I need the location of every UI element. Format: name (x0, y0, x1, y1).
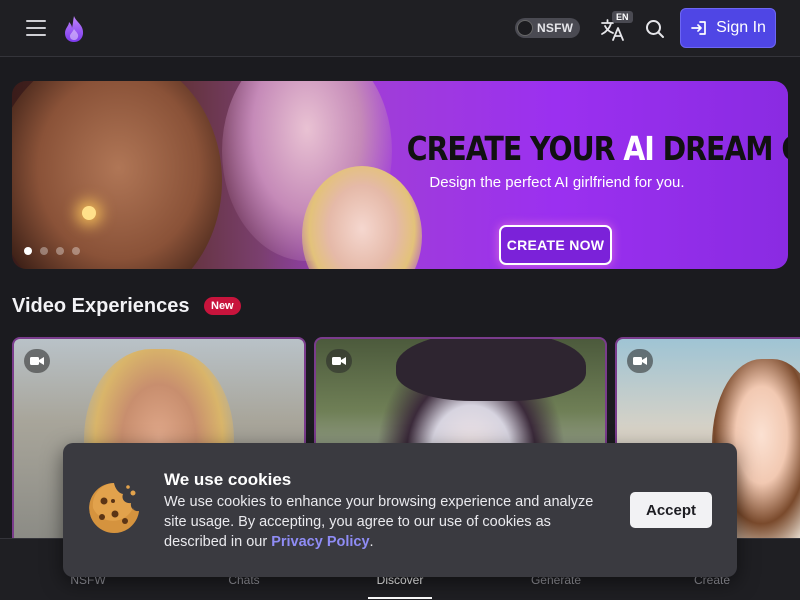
banner-glow (82, 206, 96, 220)
carousel-dot[interactable] (72, 247, 80, 255)
banner-image-woman-left (12, 81, 222, 269)
carousel-dot[interactable] (56, 247, 64, 255)
video-camera-icon (24, 349, 50, 373)
new-badge: New (204, 297, 241, 315)
cookie-text: We use cookies to enhance your browsing … (164, 494, 594, 550)
top-header: NSFW EN Sign In (0, 0, 800, 57)
video-camera-icon (326, 349, 352, 373)
carousel-dot[interactable] (40, 247, 48, 255)
toggle-knob (517, 20, 533, 36)
menu-icon[interactable] (26, 18, 46, 38)
carousel-dots (24, 247, 80, 255)
sign-in-icon (691, 21, 706, 35)
sign-in-label: Sign In (716, 19, 766, 36)
banner-title: CREATE YOUR AI DREAM GIRL (406, 129, 788, 168)
active-tab-indicator (368, 597, 432, 599)
accept-cookies-button[interactable]: Accept (630, 492, 712, 528)
nsfw-toggle-label: NSFW (537, 21, 574, 35)
sign-in-button[interactable]: Sign In (680, 8, 776, 48)
cookie-title: We use cookies (164, 470, 292, 489)
language-badge: EN (612, 11, 633, 23)
flame-logo-icon[interactable] (60, 14, 88, 44)
hero-banner[interactable]: CREATE YOUR AI DREAM GIRL Design the per… (12, 81, 788, 269)
nsfw-toggle[interactable]: NSFW (515, 18, 580, 38)
search-icon[interactable] (644, 18, 666, 40)
cookie-consent-banner: We use cookies We use cookies to enhance… (63, 443, 737, 577)
carousel-dot[interactable] (24, 247, 32, 255)
cookie-icon (89, 483, 139, 533)
privacy-policy-link[interactable]: Privacy Policy (271, 534, 369, 550)
banner-subtitle: Design the perfect AI girlfriend for you… (429, 174, 685, 191)
video-camera-icon (627, 349, 653, 373)
witch-hat-image (396, 339, 586, 401)
create-now-button[interactable]: CREATE NOW (499, 225, 612, 265)
section-title: Video Experiences (12, 295, 190, 317)
